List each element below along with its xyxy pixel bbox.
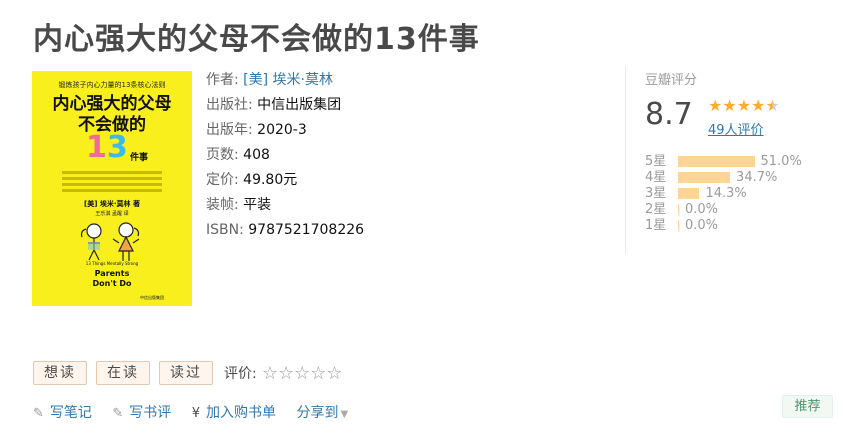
rating-row: 4星 34.7% — [645, 170, 802, 186]
have-read-button[interactable]: 读过 — [159, 361, 213, 385]
book-cover[interactable]: 锻炼孩子内心力量的13条核心法则 内心强大的父母 不会做的 13 件事 [美] … — [32, 71, 192, 306]
star-full-icon: ★★★★ — [708, 96, 766, 115]
pencil-icon: ✎ — [112, 406, 124, 421]
info-binding: 装帧: 平装 — [206, 197, 272, 213]
cover-en-line1: Parents — [94, 269, 130, 278]
yen-icon: ¥ — [191, 406, 200, 421]
chevron-down-icon: ▼ — [340, 409, 349, 420]
rating-row-label: 4星 — [645, 170, 667, 185]
cover-tagline: 锻炼孩子内心力量的13条核心法则 — [58, 81, 166, 89]
share-dropdown[interactable]: 分享到 ▼ — [296, 402, 348, 422]
rating-percent: 14.3% — [705, 186, 747, 201]
action-bar: 想读 在读 读过 评价: ☆☆☆☆☆ — [33, 361, 343, 385]
want-to-read-button[interactable]: 想读 — [33, 361, 87, 385]
cover-title-line1: 内心强大的父母 — [52, 94, 172, 114]
rating-row-label: 3星 — [645, 186, 667, 201]
rating-row-label: 5星 — [645, 154, 667, 169]
rate-label: 评价: — [224, 366, 257, 382]
info-pages: 页数: 408 — [206, 147, 270, 163]
book-info: 作者: [美] 埃米·莫林 出版社: 中信出版集团 出版年: 2020-3 页数… — [206, 71, 364, 246]
rating-percent: 34.7% — [736, 170, 778, 185]
info-author: 作者: [美] 埃米·莫林 — [206, 72, 333, 88]
rating-row-label: 1星 — [645, 218, 667, 233]
cover-number: 13 — [86, 133, 128, 163]
book-title: 内心强大的父母不会做的13件事 — [33, 22, 480, 57]
star-half-icon: ★ — [765, 96, 780, 115]
rating-row: 5星 51.0% — [645, 154, 802, 170]
rating-percent: 0.0% — [685, 218, 719, 233]
pencil-icon: ✎ — [33, 406, 44, 421]
rating-distribution: 5星 51.0% 4星 34.7% 3星 14.3% 2星 0.0% 1星 0.0% — [645, 154, 802, 234]
rating-bar — [678, 172, 731, 183]
rating-percent: 0.0% — [685, 202, 719, 217]
rating-row-label: 2星 — [645, 202, 667, 217]
cover-kids-illustration — [80, 222, 140, 261]
rating-bar — [678, 220, 679, 231]
cover-translators: 王乐淇 孟醒 译 — [95, 211, 129, 217]
cover-jian: 件事 — [130, 153, 149, 163]
cover-author: [美] 埃米·莫林 著 — [84, 200, 140, 208]
link-bar: ✎ 写笔记 ✎ 写书评 ¥ 加入购书单 分享到 ▼ — [33, 402, 364, 422]
write-review-link[interactable]: ✎ 写书评 — [112, 402, 171, 422]
rating-bar — [678, 188, 700, 199]
rating-row: 3星 14.3% — [645, 186, 802, 202]
info-publisher: 出版社: 中信出版集团 — [206, 97, 342, 113]
reading-button[interactable]: 在读 — [96, 361, 150, 385]
author-link[interactable]: [美] 埃米·莫林 — [243, 72, 333, 88]
info-year: 出版年: 2020-3 — [206, 122, 307, 138]
cover-english-title: Parents Don't Do — [32, 269, 192, 289]
rate-stars-input[interactable]: ☆☆☆☆☆ — [262, 363, 343, 384]
rating-stars: ★★★★★ — [708, 96, 780, 115]
cover-subtitle-en: 13 Things Mentally Strong — [85, 261, 139, 266]
recommend-button[interactable]: 推荐 — [782, 395, 833, 418]
rating-title: 豆瓣评分 — [645, 73, 698, 88]
rating-row: 1星 0.0% — [645, 218, 802, 234]
cover-digit-1: 1 — [86, 130, 107, 165]
rating-panel: 豆瓣评分 8.7 ★★★★★ 49人评价 5星 51.0% 4星 34.7% 3星 14.… — [625, 66, 825, 254]
write-note-link[interactable]: ✎ 写笔记 — [33, 402, 92, 422]
cover-en-line2: Don't Do — [92, 279, 132, 288]
rating-bar — [678, 156, 755, 167]
cover-digit-3: 3 — [106, 130, 128, 165]
rating-votes-link[interactable]: 49人评价 — [708, 119, 764, 138]
cover-publisher: 中信出版集团 — [140, 295, 164, 300]
rating-bar — [678, 204, 679, 215]
info-isbn: ISBN: 9787521708226 — [206, 222, 365, 238]
cover-blurb — [62, 171, 162, 195]
rating-percent: 51.0% — [760, 154, 802, 169]
add-to-cart-link[interactable]: ¥ 加入购书单 — [192, 402, 276, 422]
rating-score: 8.7 — [645, 97, 693, 132]
info-price: 定价: 49.80元 — [206, 172, 298, 188]
rating-row: 2星 0.0% — [645, 202, 802, 218]
